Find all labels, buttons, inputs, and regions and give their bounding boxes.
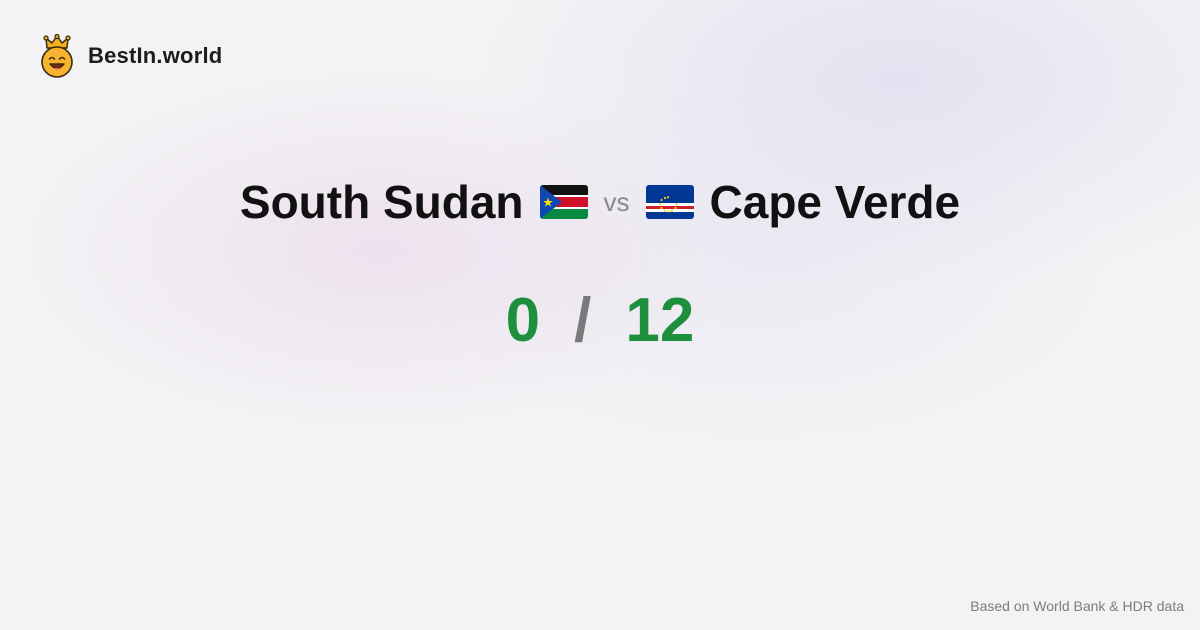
brand-header[interactable]: BestIn.world xyxy=(38,34,222,78)
south-sudan-flag-icon xyxy=(539,185,588,219)
cape-verde-flag-icon xyxy=(645,185,694,219)
smiling-crown-icon xyxy=(41,34,73,78)
data-source-note: Based on World Bank & HDR data xyxy=(970,598,1184,614)
score-display: 0 / 12 xyxy=(0,285,1200,356)
vs-label: vs xyxy=(603,186,630,217)
left-country-name: South Sudan xyxy=(239,176,524,228)
right-score: 12 xyxy=(625,286,695,355)
score-separator: / xyxy=(574,286,592,355)
left-score: 0 xyxy=(505,286,541,355)
right-country-name: Cape Verde xyxy=(709,176,961,228)
brand-name: BestIn.world xyxy=(88,43,223,68)
comparison-title: South Sudan vs Cape Verde xyxy=(0,175,1200,229)
